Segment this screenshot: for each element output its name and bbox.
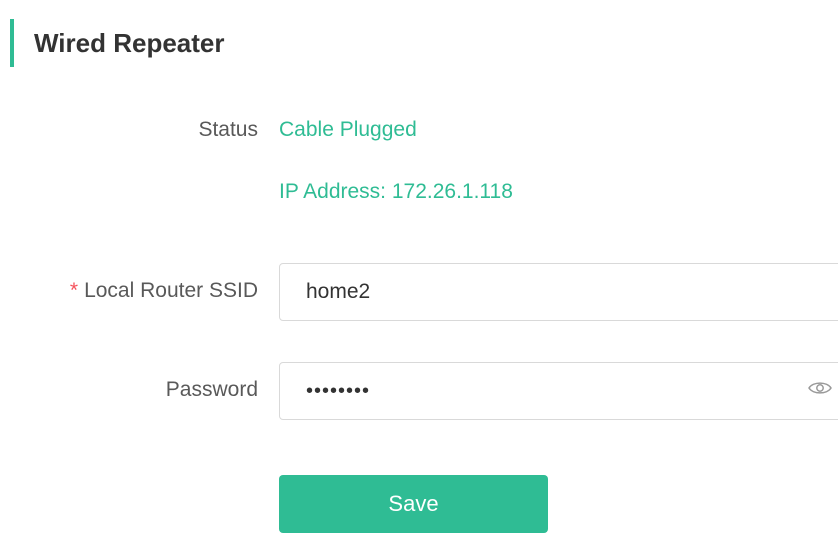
save-button[interactable]: Save	[279, 475, 548, 533]
ssid-input[interactable]	[279, 263, 838, 321]
password-input[interactable]: ••••••••	[279, 362, 838, 420]
eye-icon[interactable]	[808, 380, 832, 396]
ssid-label-row: * Local Router SSID	[70, 279, 258, 303]
status-label: Status	[198, 118, 258, 141]
ssid-label: Local Router SSID	[84, 279, 258, 302]
password-masked-value: ••••••••	[306, 379, 371, 402]
password-label: Password	[165, 378, 258, 401]
required-marker: *	[69, 279, 79, 302]
section-title: Wired Repeater	[10, 19, 225, 67]
wired-repeater-page: Wired Repeater Status Cable Plugged IP A…	[0, 0, 838, 534]
ip-address-text: IP Address: 172.26.1.118	[279, 180, 513, 203]
status-value: Cable Plugged	[279, 118, 417, 141]
